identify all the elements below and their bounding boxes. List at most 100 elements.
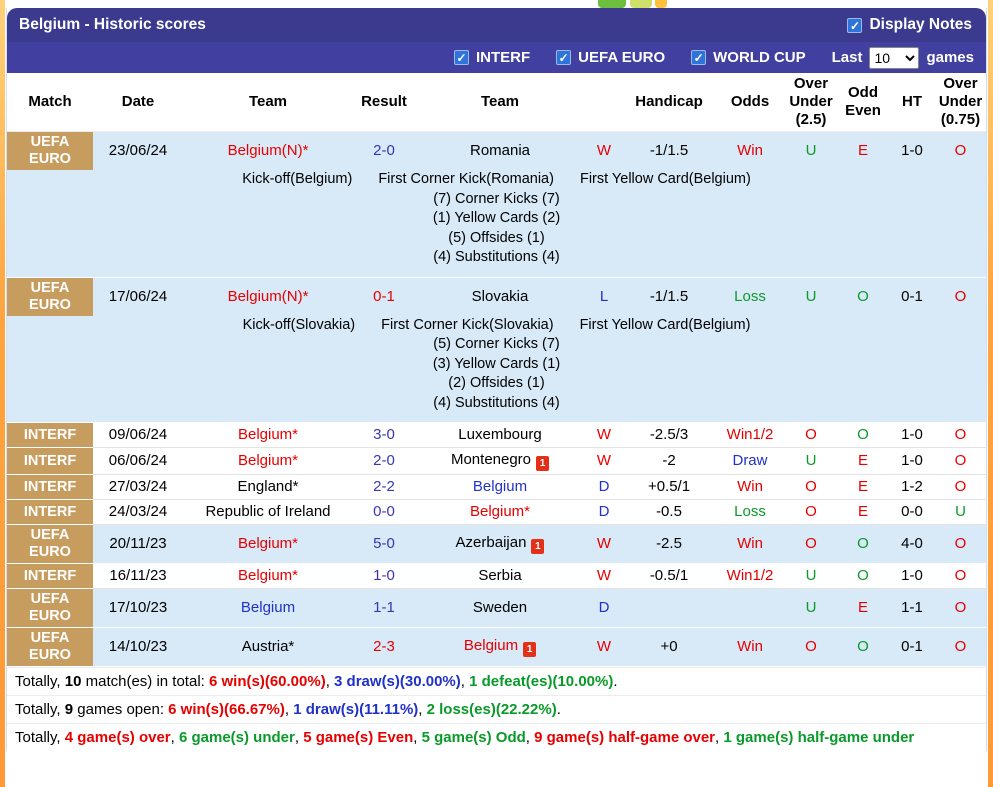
match-handicap: -0.5 — [656, 503, 682, 520]
away-team[interactable]: Sweden — [415, 589, 585, 628]
home-team-name[interactable]: Republic of Ireland — [205, 503, 330, 520]
competition-filter-world-cup[interactable]: WORLD CUP — [691, 49, 806, 66]
away-team[interactable]: Belgium* — [415, 500, 585, 525]
home-team[interactable]: Republic of Ireland — [183, 500, 353, 525]
away-team[interactable]: Belgium — [415, 475, 585, 500]
red-card-icon: 1 — [531, 539, 545, 554]
away-team[interactable]: Belgium 1 — [415, 628, 585, 667]
away-team[interactable]: Azerbaijan 1 — [415, 525, 585, 564]
match-handicap: -0.5/1 — [649, 567, 689, 584]
home-team[interactable]: Belgium* — [183, 423, 353, 448]
cutoff-decoration — [598, 0, 626, 8]
match-odds: Loss — [734, 503, 766, 520]
match-handicap: -2 — [662, 452, 676, 469]
red-card-icon: 1 — [536, 456, 550, 471]
home-team-name[interactable]: England* — [238, 478, 299, 495]
match-odds — [715, 589, 785, 628]
away-team[interactable]: Romania — [415, 132, 585, 171]
match-result: 5-0 — [373, 535, 395, 552]
title-bar: Belgium - Historic scores Display Notes — [7, 8, 986, 42]
home-team[interactable]: Belgium* — [183, 525, 353, 564]
historic-scores-panel: Belgium - Historic scores Display Notes … — [6, 8, 987, 751]
home-team-name[interactable]: Belgium* — [238, 426, 298, 443]
col-header-odds: Odds — [715, 73, 785, 132]
away-team-name[interactable]: Azerbaijan — [456, 534, 527, 551]
checkbox-checked-icon[interactable] — [691, 50, 707, 65]
match-date: 16/11/23 — [109, 567, 167, 584]
away-team-name[interactable]: Belgium* — [470, 503, 530, 520]
home-team[interactable]: Belgium(N)* — [183, 277, 353, 316]
home-team[interactable]: Belgium* — [183, 448, 353, 475]
match-row: UEFA EURO 17/10/23 Belgium 1-1 Sweden D U E 1-1 O — [7, 588, 986, 628]
away-team-name[interactable]: Slovakia — [472, 288, 529, 305]
match-handicap: -1/1.5 — [649, 142, 689, 159]
match-competition: INTERF — [7, 563, 93, 589]
match-competition: UEFA EURO — [7, 627, 93, 667]
home-team[interactable]: Belgium — [183, 589, 353, 628]
summary-line: Totally, 4 game(s) over, 6 game(s) under… — [7, 723, 986, 751]
odd-even: O — [857, 567, 869, 584]
away-team-name[interactable]: Sweden — [473, 599, 527, 616]
half-time-score: 0-1 — [901, 638, 923, 655]
half-time-score: 1-0 — [901, 426, 923, 443]
home-team-name[interactable]: Belgium* — [238, 567, 298, 584]
competition-filter-interf[interactable]: INTERF — [454, 49, 530, 66]
match-competition: INTERF — [7, 499, 93, 525]
col-header-handicap: Handicap — [623, 73, 715, 132]
away-team-name[interactable]: Belgium — [473, 478, 527, 495]
away-team[interactable]: Montenegro 1 — [415, 448, 585, 475]
match-handicap — [623, 589, 715, 628]
summary-segment: , — [284, 701, 294, 718]
home-team[interactable]: Austria* — [183, 628, 353, 667]
summary-segment: 1 game(s) half-game under — [723, 729, 915, 746]
games-count-select[interactable]: 10 — [869, 46, 920, 69]
match-date: 09/06/24 — [108, 426, 168, 443]
match-odds: Win — [737, 478, 763, 495]
home-team-name[interactable]: Belgium — [241, 599, 295, 616]
notes-kickoff-line: Kick-off(Belgium) First Corner Kick(Roman… — [7, 170, 986, 190]
away-team[interactable]: Serbia — [415, 564, 585, 589]
summary-segment: 4 game(s) over — [64, 729, 171, 746]
away-team[interactable]: Luxembourg — [415, 423, 585, 448]
away-team-name[interactable]: Montenegro — [451, 451, 531, 468]
match-result: 2-0 — [373, 452, 395, 469]
home-team[interactable]: Belgium* — [183, 564, 353, 589]
competition-filter-uefa-euro[interactable]: UEFA EURO — [556, 49, 665, 66]
away-team[interactable]: Slovakia — [415, 277, 585, 316]
summary-segment: match(es) in total: — [81, 673, 209, 690]
home-team-name[interactable]: Belgium(N)* — [228, 142, 309, 159]
home-team-name[interactable]: Belgium* — [238, 535, 298, 552]
away-team-name[interactable]: Romania — [470, 142, 530, 159]
away-team-name[interactable]: Luxembourg — [458, 426, 541, 443]
summary-segment: . — [613, 673, 618, 690]
away-team-name[interactable]: Belgium — [464, 637, 518, 654]
summary-line: Totally, 10 match(es) in total: 6 win(s)… — [7, 667, 986, 695]
half-time-score: 1-2 — [901, 478, 923, 495]
match-handicap: -2.5 — [656, 535, 682, 552]
odd-even: O — [857, 535, 869, 552]
away-team-name[interactable]: Serbia — [478, 567, 521, 584]
filter-bar: INTERF UEFA EURO WORLD CUP Last 10 games — [7, 42, 986, 73]
home-team-name[interactable]: Belgium(N)* — [228, 288, 309, 305]
match-date: 23/06/24 — [108, 142, 168, 159]
over-under-2-5: O — [805, 426, 817, 443]
checkbox-checked-icon[interactable] — [556, 50, 572, 65]
summary-segment: 5 game(s) Even — [303, 729, 414, 746]
over-under-0-75: O — [954, 452, 967, 469]
display-notes-toggle[interactable]: Display Notes — [847, 16, 972, 34]
half-time-score: 1-0 — [901, 452, 923, 469]
odd-even: O — [857, 287, 869, 305]
checkbox-checked-icon[interactable] — [454, 50, 469, 65]
odd-even: O — [857, 426, 869, 443]
col-header-result: Result — [353, 73, 415, 132]
match-notes: Kick-off(Belgium) First Corner Kick(Roman… — [7, 170, 986, 277]
match-wdl: W — [596, 638, 612, 655]
over-under-0-75: O — [954, 287, 967, 305]
checkbox-checked-icon[interactable] — [847, 17, 863, 33]
match-row: INTERF 06/06/24 Belgium* 2-0 Montenegro 1 W -2 D… — [7, 447, 986, 475]
home-team[interactable]: England* — [183, 475, 353, 500]
home-team-name[interactable]: Belgium* — [238, 452, 298, 469]
home-team[interactable]: Belgium(N)* — [183, 132, 353, 171]
home-team-name[interactable]: Austria* — [242, 638, 295, 655]
notes-kickoff-item: First Corner Kick(Slovakia) — [381, 316, 554, 333]
